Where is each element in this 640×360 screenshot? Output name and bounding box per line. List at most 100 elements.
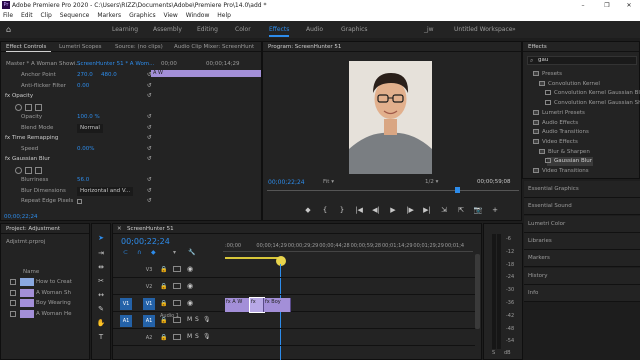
meter-solo-label[interactable]: S — [492, 350, 495, 356]
workspace-assembly[interactable]: Assembly — [153, 21, 182, 38]
ec-clip-bar[interactable]: A W — [151, 70, 261, 77]
menu-sequence[interactable]: Sequence — [60, 12, 90, 19]
rect-mask-icon[interactable] — [25, 166, 32, 174]
workspace-learning[interactable]: Learning — [112, 21, 138, 38]
right-panel-info[interactable]: Info — [524, 284, 640, 302]
property-label-8[interactable]: fx Gaussian Blur — [5, 155, 50, 164]
lock-icon[interactable]: 🔒 — [160, 266, 167, 273]
right-panel-essential-graphics[interactable]: Essential Graphics — [524, 181, 640, 198]
project-column-name[interactable]: Name — [23, 268, 39, 277]
ellipse-mask-icon[interactable] — [15, 103, 22, 111]
menu-markers[interactable]: Markers — [97, 12, 121, 19]
property-label-2[interactable]: fx Opacity — [5, 92, 33, 101]
program-video-frame[interactable] — [349, 61, 432, 174]
sync-lock-icon[interactable] — [173, 334, 181, 340]
extract-icon[interactable]: ⇱ — [456, 205, 466, 215]
project-item-checkbox[interactable] — [10, 300, 16, 306]
reset-icon[interactable]: ↺ — [147, 145, 152, 154]
workspace-graphics[interactable]: Graphics — [341, 21, 368, 38]
razor-tool-icon[interactable]: ✂ — [96, 276, 106, 286]
reset-icon[interactable]: ↺ — [147, 134, 152, 143]
resolution-select[interactable]: 1/2 ▾ — [425, 178, 438, 187]
property-value-7[interactable]: 0.00% — [77, 145, 94, 154]
go-to-in-icon[interactable]: |◀ — [354, 205, 364, 215]
timeline-clip-1[interactable]: fx — [249, 297, 265, 313]
selection-tool-icon[interactable]: ➤ — [96, 233, 106, 243]
effects-tree-item-2[interactable]: Convolution Kernel Gaussian Blur — [554, 89, 640, 98]
tab-lumetri-scopes[interactable]: Lumetri Scopes — [59, 42, 102, 52]
home-icon[interactable]: ⌂ — [6, 21, 11, 38]
slip-tool-icon[interactable]: ↔ — [96, 290, 106, 300]
project-item-name[interactable]: A Woman Sh — [36, 289, 71, 298]
playhead-marker-icon[interactable] — [455, 187, 460, 193]
tab-source[interactable]: Source: (no clips) — [115, 42, 163, 52]
menu-clip[interactable]: Clip — [41, 12, 52, 19]
snap-icon[interactable]: ⊂ — [123, 249, 128, 256]
ellipse-mask-icon[interactable] — [15, 166, 22, 174]
source-patch-A1[interactable]: A1 — [120, 315, 132, 327]
property-value-0[interactable]: 270.0 — [77, 71, 93, 80]
type-tool-icon[interactable]: T — [96, 332, 106, 342]
reset-icon[interactable]: ↺ — [147, 92, 152, 101]
work-area-bar[interactable] — [225, 257, 282, 259]
effects-tree-item-6[interactable]: Audio Transitions — [542, 128, 589, 137]
workspace-untitled[interactable]: Untitled Workspace — [454, 21, 512, 38]
add-button-icon[interactable]: + — [490, 205, 500, 215]
microphone-icon[interactable]: 🎙 — [203, 333, 211, 340]
export-frame-icon[interactable]: 📷 — [473, 205, 483, 215]
lock-icon[interactable]: 🔒 — [160, 283, 167, 290]
sync-lock-icon[interactable] — [173, 300, 181, 306]
mute-button[interactable]: M — [187, 316, 192, 323]
reset-icon[interactable]: ↺ — [147, 197, 152, 206]
timeline-clip-2[interactable]: fx Boy — [264, 298, 291, 312]
effects-panel-title[interactable]: Effects — [528, 42, 547, 52]
reset-icon[interactable]: ↺ — [147, 113, 152, 122]
effects-tree-item-1[interactable]: Convolution Kernel — [548, 80, 600, 89]
repeat-edge-checkbox[interactable] — [77, 199, 82, 204]
workspace-audio[interactable]: Audio — [306, 21, 323, 38]
effects-search-input[interactable]: ⌕ gau — [527, 56, 637, 65]
pen-mask-icon[interactable] — [35, 103, 42, 111]
project-panel-title[interactable]: Project: Adjustment — [6, 224, 60, 234]
master-clip-label[interactable]: Master * A Woman Showi... — [6, 60, 81, 69]
right-panel-libraries[interactable]: Libraries — [524, 232, 640, 250]
close-sequence-icon[interactable]: ✕ — [117, 224, 122, 234]
minimize-button[interactable]: – — [572, 0, 594, 11]
sequence-clip-label[interactable]: ScreenHunter 51 * A Wom... — [77, 60, 154, 69]
workspace-editing[interactable]: Editing — [197, 21, 218, 38]
timeline-vertical-scrollbar[interactable] — [475, 254, 480, 329]
timeline-clip-0[interactable]: fx A W — [225, 298, 250, 312]
timeline-timecode[interactable]: 00;00;22;24 — [121, 236, 170, 248]
solo-button[interactable]: S — [195, 333, 199, 340]
property-value-4[interactable]: 100.0 % — [77, 113, 100, 122]
reset-icon[interactable]: ↺ — [147, 82, 152, 91]
project-item-name[interactable]: A Woman He — [36, 310, 71, 319]
source-patch-V1[interactable]: V1 — [120, 298, 132, 310]
right-panel-lumetri-color[interactable]: Lumetri Color — [524, 215, 640, 233]
eye-icon[interactable]: ◉ — [187, 299, 193, 307]
track-target-V1[interactable]: V1 — [143, 298, 155, 310]
workspace-more-icon[interactable]: » — [512, 21, 516, 38]
program-monitor-title[interactable]: Program: ScreenHunter 51 — [268, 42, 341, 52]
ripple-edit-tool-icon[interactable]: ⇹ — [96, 262, 106, 272]
reset-icon[interactable]: ↺ — [147, 187, 152, 196]
sync-lock-icon[interactable] — [173, 283, 181, 289]
right-panel-essential-sound[interactable]: Essential Sound — [524, 198, 640, 216]
property-value-1[interactable]: 0.00 — [77, 82, 89, 91]
effects-tree-item-3[interactable]: Convolution Kernel Gaussian Sha — [554, 99, 640, 108]
ec-footer-timecode[interactable]: 00;00;22;24 — [4, 213, 38, 222]
add-marker-icon[interactable]: ◆ — [151, 249, 156, 256]
wrench-icon[interactable]: 🔧 — [188, 249, 195, 256]
effects-tree-item-10[interactable]: Video Transitions — [542, 167, 589, 176]
property-value-10[interactable]: 56.0 — [77, 176, 89, 185]
right-panel-history[interactable]: History — [524, 267, 640, 285]
lock-icon[interactable]: 🔒 — [160, 334, 167, 341]
effects-tree-item-4[interactable]: Lumetri Presets — [542, 109, 585, 118]
reset-icon[interactable]: ↺ — [147, 124, 152, 133]
mark-in-icon[interactable]: { — [320, 205, 330, 215]
property-value2-0[interactable]: 480.0 — [101, 71, 117, 80]
microphone-icon[interactable]: 🎙 — [203, 316, 211, 323]
reset-icon[interactable]: ↺ — [147, 155, 152, 164]
track-target-A2[interactable]: A2 — [143, 332, 155, 344]
lift-icon[interactable]: ⇲ — [439, 205, 449, 215]
